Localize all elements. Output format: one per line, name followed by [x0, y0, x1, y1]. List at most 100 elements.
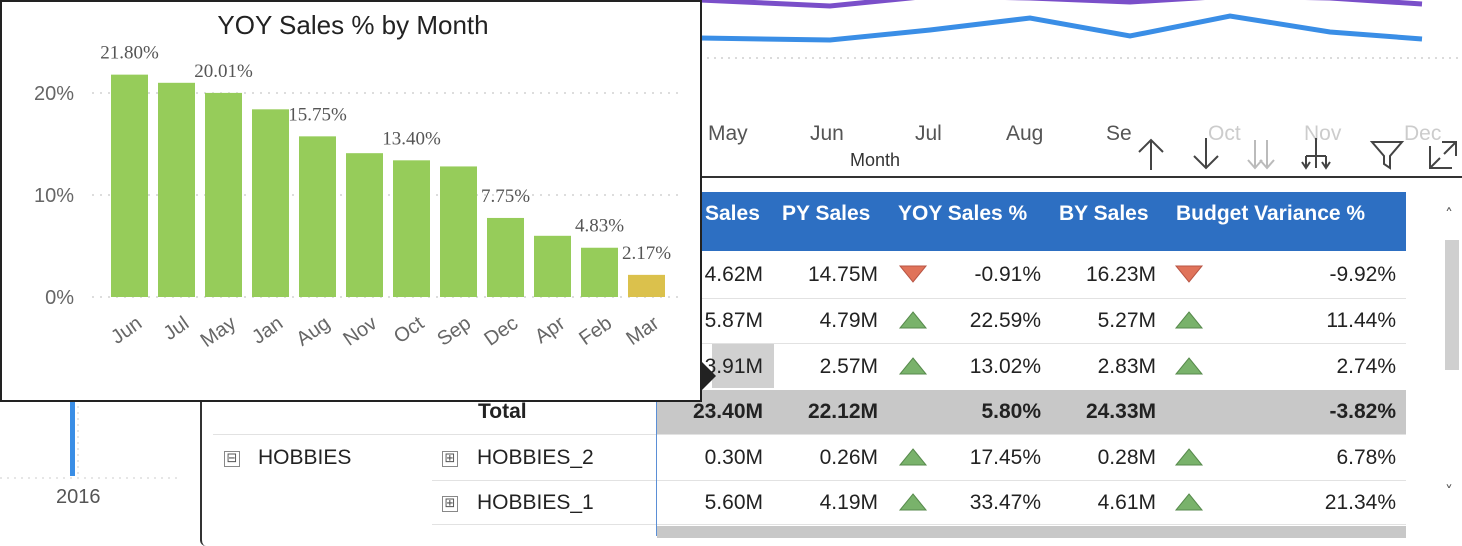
left-visual-ticks [77, 400, 79, 476]
expand-icon[interactable]: ⊞ [442, 496, 458, 512]
drill-down-icon[interactable] [1187, 134, 1225, 174]
month-tick: Jul [915, 122, 942, 145]
column-header-py-sales[interactable]: PY Sales [782, 202, 870, 226]
x-tick-label: Dec [480, 312, 522, 350]
row-label: HOBBIES_2 [477, 446, 594, 469]
x-tick-label: Mar [622, 312, 663, 350]
bar-aug[interactable] [299, 136, 336, 297]
x-tick-label: Nov [339, 312, 381, 350]
bar-dec[interactable] [487, 217, 524, 297]
trend-up-icon [1174, 310, 1204, 330]
cell-budget-variance: 6.78% [1336, 446, 1396, 469]
bar-apr[interactable] [534, 235, 571, 297]
drill-up-icon[interactable] [1132, 134, 1170, 174]
total-by-sales: 24.33M [1085, 400, 1156, 423]
data-label: 20.01% [194, 61, 253, 82]
cell-py-sales: 4.79M [819, 309, 878, 332]
bar-oct[interactable] [393, 160, 430, 297]
bar-jul[interactable] [158, 82, 195, 297]
x-tick-label: Sep [433, 312, 475, 350]
partial-row [657, 526, 1406, 538]
cell-yoy-sales: 22.59% [969, 309, 1041, 332]
total-py-sales: 22.12M [807, 400, 878, 423]
column-header-budget-variance[interactable]: Budget Variance % [1176, 202, 1365, 226]
trend-down-icon [898, 264, 928, 284]
cell-budget-variance: 21.34% [1324, 491, 1396, 514]
data-label: 21.80% [100, 43, 159, 64]
column-header-by-sales[interactable]: BY Sales [1059, 202, 1149, 226]
row-divider [657, 298, 1406, 299]
trend-up-icon [898, 310, 928, 330]
scroll-down-icon[interactable]: ˅ [1445, 482, 1453, 501]
series-line-2 [699, 13, 1423, 43]
group-label-hobbies: HOBBIES [258, 446, 352, 469]
bar-jan[interactable] [252, 109, 289, 297]
x-tick-label: Jul [160, 312, 194, 345]
data-label: 15.75% [288, 104, 347, 125]
x-tick-label: Feb [575, 312, 616, 350]
filter-icon[interactable] [1368, 134, 1406, 174]
trend-up-icon [1174, 356, 1204, 376]
focus-mode-icon[interactable] [1424, 134, 1462, 174]
data-label: 13.40% [382, 128, 441, 149]
row-divider [657, 343, 1406, 344]
month-tick: Jun [810, 122, 844, 145]
cell-yoy-sales: -0.91% [974, 263, 1041, 286]
data-label: 4.83% [575, 216, 624, 237]
month-tick: Aug [1006, 122, 1044, 145]
trend-up-icon [898, 356, 928, 376]
x-tick-label: Jan [248, 312, 287, 349]
series-line-1 [699, 0, 1423, 9]
expand-next-level-icon[interactable] [1242, 134, 1280, 174]
trend-up-icon [1174, 447, 1204, 467]
expand-hierarchy-icon[interactable] [1297, 134, 1335, 174]
year-label: 2016 [56, 486, 101, 508]
cell-yoy-sales: 33.47% [969, 491, 1041, 514]
scroll-up-icon[interactable]: ˄ [1445, 205, 1453, 224]
cell-sales: 0.30M [704, 446, 763, 469]
x-tick-label: Aug [292, 312, 334, 350]
bar-may[interactable] [205, 92, 242, 297]
cell-yoy-sales: 13.02% [969, 355, 1041, 378]
trend-up-icon [1174, 492, 1204, 512]
column-header-sales[interactable]: Sales [705, 202, 760, 226]
cell-by-sales: 16.23M [1085, 263, 1156, 286]
expand-icon[interactable]: ⊞ [442, 451, 458, 467]
column-header-yoy-sales[interactable]: YOY Sales % [898, 202, 1027, 226]
bar-sep[interactable] [440, 166, 477, 297]
y-tick-label: 20% [34, 83, 74, 105]
x-tick-label: May [197, 312, 241, 352]
cell-by-sales: 0.28M [1097, 446, 1156, 469]
cell-by-sales: 4.61M [1097, 491, 1156, 514]
x-tick-label: Oct [390, 312, 428, 348]
cell-by-sales: 5.27M [1097, 309, 1156, 332]
data-label: 2.17% [622, 243, 671, 264]
cell-sales: 5.60M [704, 491, 763, 514]
trend-down-icon [1174, 264, 1204, 284]
cell-budget-variance: -9.92% [1329, 263, 1396, 286]
trend-up-icon [898, 447, 928, 467]
collapse-icon[interactable]: ⊟ [224, 451, 240, 467]
y-tick-label: 0% [45, 287, 74, 309]
cell-yoy-sales: 17.45% [969, 446, 1041, 469]
yoy-bar-chart: 0% 10% 20% 21.80% Jun Jul 20.01% May Jan 15.75% Au… [34, 43, 682, 352]
tooltip-pointer [702, 362, 716, 390]
month-tick: May [708, 122, 748, 145]
bar-jun[interactable] [111, 74, 148, 297]
bar-feb[interactable] [581, 247, 618, 297]
bar-nov[interactable] [346, 153, 383, 297]
cell-budget-variance: 2.74% [1336, 355, 1396, 378]
trend-up-icon [898, 492, 928, 512]
row-divider [432, 480, 1406, 481]
cell-py-sales: 0.26M [819, 446, 878, 469]
column-divider [656, 390, 657, 536]
left-visual-gridline [0, 477, 180, 479]
y-tick-label: 10% [34, 185, 74, 207]
x-tick-label: Jun [107, 312, 146, 349]
x-tick-label: Apr [531, 312, 569, 348]
scroll-thumb[interactable] [1445, 240, 1459, 370]
bar-mar[interactable] [628, 274, 665, 297]
cell-py-sales: 14.75M [807, 263, 878, 286]
cell-budget-variance: 11.44% [1326, 309, 1396, 332]
row-divider [213, 434, 1406, 435]
